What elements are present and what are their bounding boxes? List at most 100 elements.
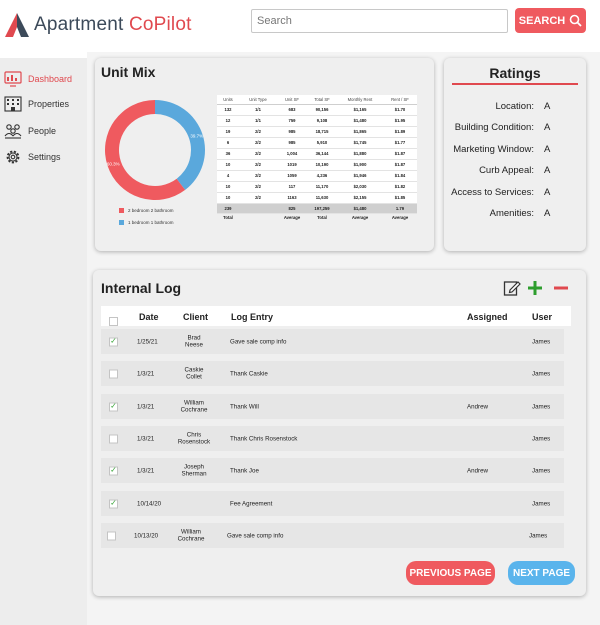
rating-label: Amenities:	[489, 208, 534, 219]
table-cell: 10	[217, 192, 239, 204]
minus-icon[interactable]	[553, 280, 569, 301]
column-header: Total SF	[307, 95, 337, 105]
table-cell: Average	[351, 215, 369, 221]
client-last-name: Rosenstock	[177, 438, 211, 446]
unit-mix-donut-chart: 60.3% 39.7%	[104, 100, 205, 200]
table-row: 19 2/2 985 18,715 $1,865 $1.89	[217, 126, 417, 138]
log-client: William Cochrane	[166, 528, 216, 543]
search-icon	[569, 14, 582, 27]
rating-value: A	[544, 101, 551, 112]
rating-row: Marketing Window: A	[444, 144, 586, 158]
table-cell: $1.70	[383, 104, 417, 116]
log-date: 1/3/21	[137, 369, 155, 377]
log-row[interactable]: ✓ 1/3/21 William Cochrane Thank Will Andrew Ja…	[101, 394, 564, 419]
table-cell: $1.87	[383, 159, 417, 171]
rating-row: Curb Appeal: A	[444, 165, 586, 179]
next-page-button[interactable]: NEXT PAGE	[508, 561, 575, 585]
log-row[interactable]: ✓ 1/3/21 Joseph Sherman Thank Joe Andrew James	[101, 458, 564, 483]
table-cell: 117	[277, 181, 307, 193]
table-row: 6 2/2 985 5,910 $1,745 $1.77	[217, 137, 417, 149]
log-entry: Gave sale comp info	[230, 337, 287, 345]
table-cell: $1,865	[337, 126, 383, 138]
sidebar-item-settings[interactable]: Settings	[4, 146, 87, 168]
rating-label: Access to Services:	[451, 187, 534, 198]
log-client: William Cochrane	[169, 399, 219, 414]
edit-icon[interactable]	[503, 279, 521, 302]
client-first-name: William	[181, 528, 201, 535]
rating-label: Building Condition:	[454, 122, 534, 133]
table-total-row: 239 825 197,259 $1,480 1.79	[217, 203, 417, 214]
app-title: Apartment CoPilot	[34, 14, 192, 35]
search-input[interactable]	[251, 9, 508, 33]
table-cell: 2/2	[239, 181, 277, 193]
client-first-name: Caskie	[184, 366, 204, 373]
table-cell: $1,946	[337, 170, 383, 182]
log-row[interactable]: 10/13/20 William Cochrane Gave sale comp in…	[101, 523, 564, 548]
table-cell: 2/2	[239, 126, 277, 138]
log-entry: Thank Caskie	[230, 369, 268, 377]
table-cell: $1,165	[337, 104, 383, 116]
gear-icon	[4, 148, 22, 166]
unit-mix-table: Units Unit Type Unit SF Total SF Monthly…	[217, 95, 417, 222]
previous-page-button[interactable]: PREVIOUS PAGE	[406, 561, 495, 585]
log-row[interactable]: 1/3/21 Caskie Collet Thank Caskie James	[101, 361, 564, 386]
log-entry: Thank Chris Rosenstock	[230, 434, 298, 442]
log-row[interactable]: ✓ 10/14/20 Fee Agreement James	[101, 491, 564, 516]
rating-label: Location:	[495, 101, 534, 112]
table-row: 12 1/1 759 9,108 $1,480 $1.95	[217, 115, 417, 127]
row-checkbox[interactable]	[109, 369, 118, 378]
rating-value: A	[544, 122, 551, 133]
column-header: Rent / SF	[383, 95, 417, 105]
row-checkbox[interactable]	[107, 531, 116, 540]
sidebar-item-people[interactable]: People	[4, 120, 87, 142]
table-cell: 197,259	[307, 203, 337, 214]
client-last-name: Cochrane	[180, 406, 208, 414]
table-cell: 11,630	[307, 192, 337, 204]
donut-value-label: 60.3%	[107, 161, 120, 166]
legend-item: 2 bedroom 2 bathroom	[119, 204, 174, 216]
log-entry: Thank Joe	[230, 466, 259, 474]
internal-log-card: Internal Log Date Client Log Entry Assig…	[93, 270, 586, 596]
log-row[interactable]: 1/3/21 Chris Rosenstock Thank Chris Rosenst…	[101, 426, 564, 451]
internal-log-title: Internal Log	[101, 280, 182, 296]
checkmark-icon: ✓	[110, 336, 117, 346]
table-cell: $2,030	[337, 181, 383, 193]
table-cell: 2/2	[239, 170, 277, 182]
sidebar-item-properties[interactable]: Properties	[4, 93, 87, 115]
table-cell: 1163	[277, 192, 307, 204]
log-user: James	[532, 402, 551, 410]
row-checkbox[interactable]: ✓	[109, 402, 118, 411]
table-cell: 1.79	[383, 203, 417, 214]
log-date: 10/14/20	[137, 499, 162, 507]
row-checkbox[interactable]: ✓	[109, 466, 118, 475]
checkmark-icon: ✓	[110, 498, 117, 508]
log-assigned: Andrew	[467, 402, 488, 410]
column-header-date: Date	[139, 312, 159, 322]
table-cell: 6	[217, 137, 239, 149]
table-row: 4 2/2 1059 4,236 $1,946 $1.84	[217, 170, 417, 182]
table-cell: 1059	[277, 170, 307, 182]
client-first-name: Chris	[186, 431, 202, 438]
people-icon	[4, 122, 22, 140]
log-date: 1/25/21	[137, 337, 158, 345]
rating-label: Marketing Window:	[453, 144, 534, 155]
log-row[interactable]: ✓ 1/25/21 Brad Neese Gave sale comp info Jame…	[101, 329, 564, 354]
table-cell: 1,004	[277, 148, 307, 160]
column-header: Monthly Rent	[337, 95, 383, 105]
table-cell: 985	[277, 137, 307, 149]
row-checkbox[interactable]: ✓	[109, 499, 118, 508]
plus-icon[interactable]	[527, 280, 543, 301]
row-checkbox[interactable]	[109, 434, 118, 443]
app-logo[interactable]: Apartment CoPilot	[4, 12, 192, 38]
table-header-row: Units Unit Type Unit SF Total SF Monthly…	[217, 95, 417, 105]
legend-label: 1 bedroom 1 bathroom	[128, 219, 174, 225]
legend-swatch	[119, 207, 124, 213]
sidebar-item-dashboard[interactable]: Dashboard	[4, 68, 87, 90]
table-cell: $1,480	[337, 115, 383, 127]
rating-value: A	[544, 165, 551, 176]
table-cell: 12	[217, 115, 239, 127]
row-checkbox[interactable]: ✓	[109, 337, 118, 346]
table-cell: 11,170	[307, 181, 337, 193]
search-button[interactable]: SEARCH	[515, 8, 586, 33]
rating-label: Curb Appeal:	[479, 165, 534, 176]
